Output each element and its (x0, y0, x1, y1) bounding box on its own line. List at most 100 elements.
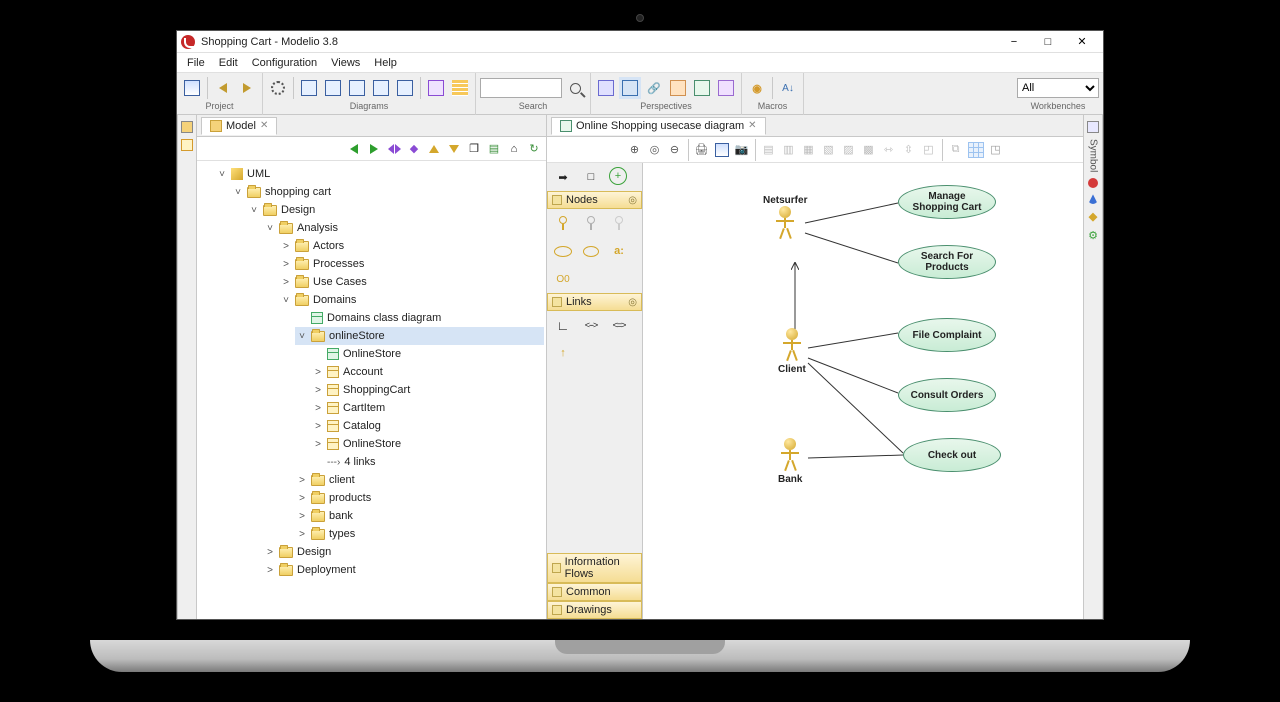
tree-design[interactable]: Design (297, 546, 331, 558)
undo-icon[interactable] (212, 77, 234, 99)
grid-toggle-icon[interactable] (967, 141, 985, 159)
green-marker-icon[interactable]: ⚙ (1088, 229, 1098, 242)
perspective-link-icon[interactable]: 🔗 (643, 77, 665, 99)
diagram-icon-2[interactable] (322, 77, 344, 99)
blue-marker-icon[interactable] (1088, 194, 1098, 204)
actor-client[interactable]: Client (778, 328, 806, 375)
maximize-button[interactable]: □ (1031, 31, 1065, 53)
trim-icon-1[interactable] (181, 121, 193, 133)
add-tool-icon[interactable]: + (609, 167, 627, 185)
redo-icon[interactable] (236, 77, 258, 99)
tools-icon[interactable] (267, 77, 289, 99)
tree-shopping-cart[interactable]: shopping cart (265, 186, 331, 198)
tree-products[interactable]: products (329, 492, 371, 504)
save-icon[interactable] (181, 77, 203, 99)
macros-sort-icon[interactable]: A↓ (777, 77, 799, 99)
label-tool-icon[interactable]: a: (609, 241, 629, 261)
usecase-tool-icon[interactable] (553, 241, 573, 261)
generalization-tool-icon[interactable]: ↑ (553, 343, 573, 363)
menu-configuration[interactable]: Configuration (246, 55, 323, 71)
tree-root[interactable]: UML (247, 168, 270, 180)
model-tab[interactable]: Model ✕ (201, 117, 277, 135)
nav-fwd-icon[interactable] (366, 141, 382, 157)
nav-tree-icon[interactable]: ▤ (486, 141, 502, 157)
nav-updown-icon[interactable] (386, 141, 402, 157)
same-size-icon[interactable]: ◰ (920, 141, 938, 159)
palette-links-header[interactable]: Links◎ (547, 293, 642, 311)
usecase-consult[interactable]: Consult Orders (898, 378, 996, 412)
close-button[interactable]: ✕ (1065, 31, 1099, 53)
workbench-select[interactable]: All (1017, 78, 1099, 98)
diagram-icon-6[interactable] (425, 77, 447, 99)
actor-netsurfer[interactable]: Netsurfer (763, 193, 807, 240)
usecase-file[interactable]: File Complaint (898, 318, 996, 352)
actor-disabled-icon[interactable] (609, 213, 629, 233)
tree-deployment[interactable]: Deployment (297, 564, 356, 576)
tree-bank[interactable]: bank (329, 510, 353, 522)
nav-home-icon[interactable]: ⌂ (506, 141, 522, 157)
fit-icon[interactable]: ◳ (987, 141, 1005, 159)
align-left-icon[interactable]: ▤ (760, 141, 778, 159)
model-tree[interactable]: ˅UML ˅shopping cart ˅Design ˅Analysis ˃A… (197, 161, 546, 619)
perspective-icon-5[interactable] (715, 77, 737, 99)
usecase-search[interactable]: Search For Products (898, 245, 996, 279)
search-input[interactable] (480, 78, 562, 98)
tree-4links[interactable]: 4 links (344, 456, 375, 468)
palette-iflows-header[interactable]: Information Flows (547, 553, 642, 583)
align-bottom-icon[interactable]: ▩ (860, 141, 878, 159)
zoom-out-icon[interactable]: ⊖ (666, 141, 684, 159)
macros-icon-1[interactable]: ◉ (746, 77, 768, 99)
editor-tab[interactable]: Online Shopping usecase diagram ✕ (551, 117, 766, 135)
tree-analysis[interactable]: Analysis (297, 222, 338, 234)
extend-tool-icon[interactable]: <=> (609, 315, 629, 335)
nav-refresh-icon[interactable]: ↻ (526, 141, 542, 157)
diagram-icon-4[interactable] (370, 77, 392, 99)
tree-account[interactable]: Account (343, 366, 383, 378)
close-icon[interactable]: ✕ (748, 120, 756, 131)
tree-catalog[interactable]: Catalog (343, 420, 381, 432)
oo-tool-icon[interactable]: O0 (553, 269, 573, 289)
actor-bank[interactable]: Bank (778, 438, 802, 485)
nav-purple-icon[interactable]: ◆ (406, 141, 422, 157)
tree-domains[interactable]: Domains (313, 294, 356, 306)
zoom-reset-icon[interactable]: ◎ (646, 141, 664, 159)
close-icon[interactable]: ✕ (260, 120, 268, 131)
dist-h-icon[interactable]: ⇿ (880, 141, 898, 159)
trim-prop-icon[interactable] (1087, 121, 1099, 133)
usecase-manage[interactable]: Manage Shopping Cart (898, 185, 996, 219)
tree-onlinestore-diagram[interactable]: OnlineStore (343, 348, 401, 360)
align-center-icon[interactable]: ▥ (780, 141, 798, 159)
nav-down-icon[interactable] (446, 141, 462, 157)
yellow-marker-icon[interactable]: ◆ (1089, 210, 1097, 223)
search-icon[interactable] (564, 77, 586, 99)
menu-views[interactable]: Views (325, 55, 366, 71)
tree-processes[interactable]: Processes (313, 258, 364, 270)
tree-onlinestore-class[interactable]: OnlineStore (343, 438, 401, 450)
actor-secondary-icon[interactable] (581, 213, 601, 233)
perspective-icon-1[interactable] (595, 77, 617, 99)
dist-v-icon[interactable]: ⇳ (900, 141, 918, 159)
tree-shoppingcart[interactable]: ShoppingCart (343, 384, 410, 396)
print-icon[interactable]: 🖨 (693, 141, 711, 159)
minimize-button[interactable]: − (997, 31, 1031, 53)
actor-tool-icon[interactable] (553, 213, 573, 233)
diagram-icon-5[interactable] (394, 77, 416, 99)
boundary-tool-icon[interactable] (581, 241, 601, 261)
tree-actors[interactable]: Actors (313, 240, 344, 252)
align-right-icon[interactable]: ▦ (800, 141, 818, 159)
tree-cartitem[interactable]: CartItem (343, 402, 385, 414)
include-tool-icon[interactable]: <--> (581, 315, 601, 335)
align-middle-icon[interactable]: ▨ (840, 141, 858, 159)
tree-client[interactable]: client (329, 474, 355, 486)
diagram-matrix-icon[interactable] (449, 77, 471, 99)
palette-common-header[interactable]: Common (547, 583, 642, 601)
layers-icon[interactable]: ⧉ (947, 141, 965, 159)
nav-copy-icon[interactable]: ❐ (466, 141, 482, 157)
snapshot-icon[interactable]: 📷 (733, 141, 751, 159)
zoom-in-icon[interactable]: ⊕ (626, 141, 644, 159)
align-top-icon[interactable]: ▧ (820, 141, 838, 159)
tree-usecases[interactable]: Use Cases (313, 276, 367, 288)
palette-nodes-header[interactable]: Nodes◎ (547, 191, 642, 209)
tree-onlinestore-pkg[interactable]: onlineStore (329, 330, 385, 342)
pointer-tool-icon[interactable]: ➡ (553, 167, 573, 187)
